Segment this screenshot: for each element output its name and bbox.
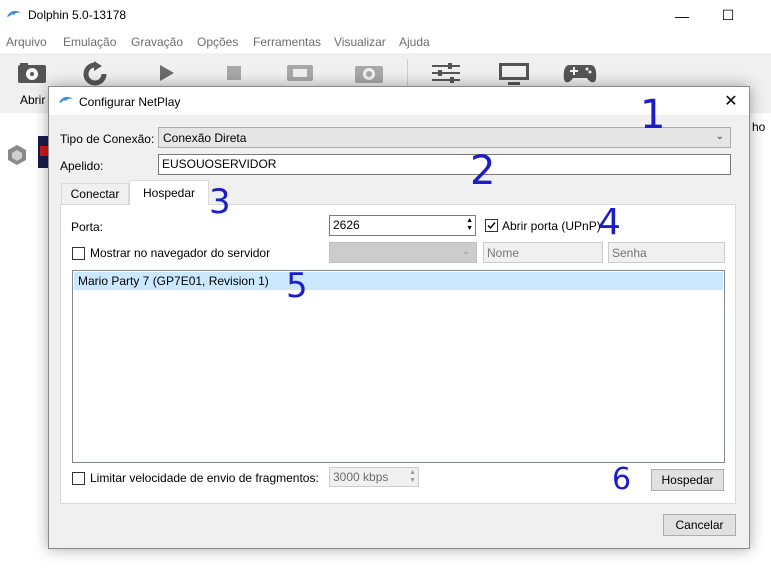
port-value: 2626	[333, 218, 360, 232]
host-tab-pane: Porta: 2626 ▲ ▼ Abrir porta (UPnP) Mostra…	[60, 204, 736, 504]
sliders-icon	[432, 63, 460, 83]
annotation-5: 5	[286, 266, 308, 306]
menu-opcoes[interactable]: Opções	[197, 35, 238, 49]
window-title: Dolphin 5.0-13178	[28, 8, 127, 22]
dialog-title: Configurar NetPlay	[79, 95, 181, 109]
annotation-2: 2	[470, 148, 496, 194]
netplay-dialog: Configurar NetPlay ✕ Tipo de Conexão: Co…	[48, 86, 750, 549]
limit-upload-checkbox[interactable]	[72, 472, 85, 485]
refresh-icon	[83, 61, 107, 86]
checkmark-icon	[487, 222, 496, 230]
upnp-label: Abrir porta (UPnP)	[502, 219, 601, 233]
menu-ferramentas[interactable]: Ferramentas	[253, 35, 321, 49]
open-disc-icon	[18, 63, 46, 83]
menu-visualizar[interactable]: Visualizar	[334, 35, 386, 49]
host-button[interactable]: Hospedar	[651, 469, 724, 491]
gamepad-icon	[563, 65, 597, 83]
spinner-arrows-icon: ▲ ▼	[409, 469, 416, 484]
main-titlebar: Dolphin 5.0-13178 — ☐	[0, 0, 771, 31]
monitor-icon	[499, 63, 529, 85]
connection-type-label: Tipo de Conexão:	[60, 132, 155, 146]
nickname-input[interactable]: EUSOUOSERVIDOR	[158, 154, 731, 175]
menu-emulacao[interactable]: Emulação	[63, 35, 116, 49]
game-title: Mario Party 7 (GP7E01, Revision 1)	[78, 274, 269, 288]
game-list[interactable]: Mario Party 7 (GP7E01, Revision 1)	[72, 270, 725, 463]
play-icon	[160, 65, 174, 81]
chevron-down-icon: ⌄	[461, 246, 470, 257]
annotation-3: 3	[209, 182, 231, 222]
annotation-4: 4	[598, 202, 621, 243]
upload-speed-spinbox: 3000 kbps ▲ ▼	[329, 467, 419, 487]
upload-speed-value: 3000 kbps	[333, 470, 389, 484]
show-in-browser-checkbox[interactable]	[72, 247, 85, 260]
port-label: Porta:	[71, 220, 104, 234]
region-select: ⌄	[329, 242, 477, 263]
nickname-label: Apelido:	[60, 159, 104, 173]
port-spinbox[interactable]: 2626 ▲ ▼	[329, 215, 476, 236]
menu-gravacao[interactable]: Gravação	[131, 35, 183, 49]
cancel-button[interactable]: Cancelar	[663, 514, 736, 536]
camera-icon	[355, 66, 383, 83]
open-button-label: Abrir	[20, 93, 46, 107]
menu-arquivo[interactable]: Arquivo	[6, 35, 47, 49]
annotation-1: 1	[640, 92, 666, 138]
spinner-arrows-icon: ▲ ▼	[466, 217, 473, 232]
close-button[interactable]: ✕	[719, 90, 743, 112]
menu-ajuda[interactable]: Ajuda	[399, 35, 430, 49]
tab-hospedar[interactable]: Hospedar	[129, 180, 209, 205]
limit-upload-label: Limitar velocidade de envio de fragmento…	[90, 471, 319, 485]
dolphin-logo-icon	[58, 94, 74, 111]
annotation-6: 6	[612, 462, 632, 497]
maximize-button[interactable]: ☐	[705, 0, 751, 31]
gamecube-platform-icon	[6, 144, 28, 169]
connection-type-value: Conexão Direta	[163, 131, 247, 145]
show-in-browser-label: Mostrar no navegador do servidor	[90, 246, 271, 260]
server-password-input	[608, 242, 725, 263]
upnp-checkbox[interactable]	[485, 219, 498, 232]
dolphin-logo-icon	[6, 8, 22, 25]
server-name-input	[483, 242, 603, 263]
game-list-item[interactable]: Mario Party 7 (GP7E01, Revision 1)	[74, 272, 723, 290]
tab-conectar[interactable]: Conectar	[61, 183, 129, 204]
minimize-button[interactable]: —	[659, 0, 705, 31]
chevron-down-icon: ⌄	[715, 131, 724, 142]
stop-icon	[227, 66, 241, 80]
close-icon: ✕	[724, 93, 738, 110]
menu-bar: Arquivo Emulação Gravação Opções Ferrame…	[0, 32, 771, 52]
fullscreen-icon	[287, 65, 313, 81]
game-list-partial-text: ho	[752, 120, 766, 134]
